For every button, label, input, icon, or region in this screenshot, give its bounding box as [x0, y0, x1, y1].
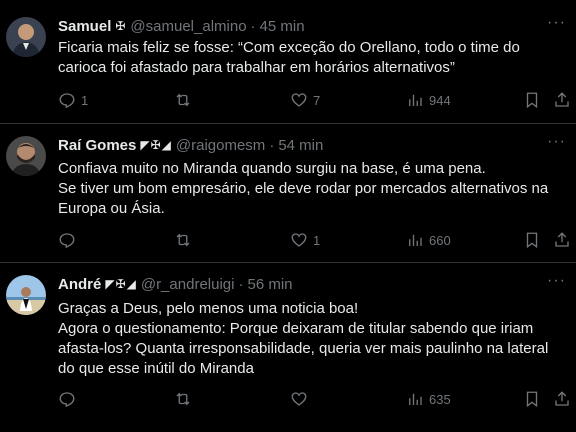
tweet-actions: 1 660: [58, 231, 570, 251]
views-count: 944: [429, 92, 451, 108]
profile-badge: ◤✠◢: [105, 277, 137, 291]
reply-count: 1: [81, 92, 89, 108]
author-handle[interactable]: @raigomesm: [176, 137, 265, 154]
avatar[interactable]: [6, 17, 46, 57]
tweet-actions: 1 7 944: [58, 91, 570, 111]
views-icon: [409, 234, 422, 246]
more-options-icon[interactable]: ···: [547, 133, 566, 151]
views-count: 660: [429, 232, 451, 248]
like-icon: [291, 392, 307, 406]
tweet-samuel[interactable]: Samuel ✠ @samuel_almino · 45 min ··· Fic…: [0, 0, 576, 124]
views-button[interactable]: 635: [406, 390, 451, 408]
tweet-text-line: carioca foi afastado para trabalhar em h…: [58, 59, 455, 76]
like-button[interactable]: 7: [290, 91, 320, 109]
tweet-actions: 635: [58, 390, 570, 410]
author-name[interactable]: Samuel: [58, 18, 111, 35]
retweet-icon: [176, 233, 190, 247]
share-button[interactable]: [553, 91, 571, 109]
reply-button[interactable]: [58, 390, 81, 408]
tweet-rai-gomes[interactable]: Raí Gomes ◤✠◢ @raigomesm · 54 min ··· Co…: [0, 124, 576, 263]
author-handle[interactable]: @samuel_almino: [130, 18, 246, 35]
more-options-icon[interactable]: ···: [547, 14, 566, 32]
reply-icon: [59, 392, 75, 408]
like-count: 7: [313, 92, 321, 108]
separator-dot: ·: [250, 17, 256, 35]
tweet-time[interactable]: 54 min: [278, 137, 323, 154]
retweet-button[interactable]: [174, 91, 197, 109]
reply-button[interactable]: [58, 231, 81, 249]
bookmark-button[interactable]: [523, 390, 541, 408]
share-icon: [555, 391, 569, 406]
tweet-time[interactable]: 56 min: [247, 276, 292, 293]
retweet-button[interactable]: [174, 390, 197, 408]
reply-icon: [59, 233, 75, 249]
profile-badge: ✠: [115, 19, 127, 33]
avatar[interactable]: [6, 275, 46, 315]
bookmark-button[interactable]: [523, 91, 541, 109]
like-button[interactable]: [290, 390, 313, 408]
bookmark-icon: [526, 391, 538, 408]
avatar[interactable]: [6, 136, 46, 176]
tweet-text: Confiava muito no Miranda quando surgiu …: [58, 159, 563, 219]
more-options-icon[interactable]: ···: [547, 272, 566, 290]
author-name[interactable]: Raí Gomes: [58, 137, 136, 154]
retweet-icon: [176, 392, 190, 406]
tweet-text-line: do que esse inútil do Miranda: [58, 360, 254, 377]
views-count: 635: [429, 391, 451, 407]
tweet-text-line: afasta-los? Quanta irresponsabilidade, q…: [58, 340, 549, 357]
like-button[interactable]: 1: [290, 231, 320, 249]
tweet-andre[interactable]: André ◤✠◢ @r_andreluigi · 56 min ··· Gra…: [0, 263, 576, 432]
share-button[interactable]: [553, 390, 571, 408]
tweet-text: Ficaria mais feliz se fosse: “Com exceçã…: [58, 38, 563, 78]
author-handle[interactable]: @r_andreluigi: [141, 276, 235, 293]
retweet-button[interactable]: [174, 231, 197, 249]
bookmark-icon: [526, 232, 538, 249]
like-icon: [291, 233, 307, 247]
bookmark-button[interactable]: [523, 231, 541, 249]
separator-dot: ·: [269, 136, 275, 154]
tweet-text-line: Confiava muito no Miranda quando surgiu …: [58, 160, 486, 177]
tweet-text-line: Graças a Deus, pelo menos uma noticia bo…: [58, 300, 359, 317]
tweet-text-line: Ficaria mais feliz se fosse: “Com exceçã…: [58, 39, 520, 56]
share-button[interactable]: [553, 231, 571, 249]
tweet-text-line: Agora o questionamento: Porque deixaram …: [58, 320, 534, 337]
separator-dot: ·: [238, 275, 244, 293]
views-button[interactable]: 660: [406, 231, 451, 249]
bookmark-icon: [526, 92, 538, 109]
tweet-text-line: Europa ou Ásia.: [58, 200, 165, 217]
profile-badge: ◤✠◢: [140, 138, 172, 152]
share-icon: [555, 92, 569, 107]
retweet-icon: [176, 93, 190, 107]
views-icon: [409, 393, 422, 405]
share-icon: [555, 232, 569, 247]
reply-button[interactable]: 1: [58, 91, 88, 109]
reply-icon: [59, 93, 75, 109]
author-name[interactable]: André: [58, 276, 101, 293]
tweet-text: Graças a Deus, pelo menos uma noticia bo…: [58, 299, 563, 379]
like-icon: [291, 93, 307, 107]
like-count: 1: [313, 232, 321, 248]
views-button[interactable]: 944: [406, 91, 451, 109]
tweet-time[interactable]: 45 min: [260, 18, 305, 35]
tweet-text-line: Se tiver um bom empresário, ele deve rod…: [58, 180, 549, 197]
views-icon: [409, 94, 422, 106]
